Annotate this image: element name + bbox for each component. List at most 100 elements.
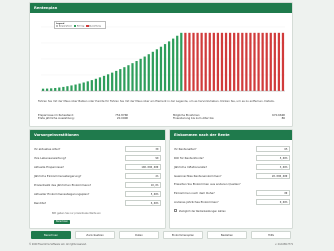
bar-payout[interactable] (224, 32, 228, 91)
bar-payout[interactable] (273, 32, 276, 91)
bar-accumulation[interactable] (111, 72, 114, 91)
field-row: Ihr Rentenalter? (174, 147, 197, 151)
bar-accumulation[interactable] (127, 65, 130, 91)
bar-accumulation[interactable] (143, 56, 146, 91)
chart-panel-title: Rentenplan (30, 3, 292, 13)
income-growth-plan-input[interactable]: 5,00% (125, 191, 161, 197)
calculate-small-button[interactable]: Berechnen (54, 220, 70, 224)
bar-accumulation[interactable] (151, 51, 154, 91)
bar-accumulation[interactable] (78, 83, 81, 91)
bar-accumulation[interactable] (70, 85, 73, 91)
field-row: Anderes jährliches Einkommen? (174, 200, 219, 204)
bar-payout[interactable] (241, 32, 244, 91)
bar-accumulation[interactable] (58, 87, 61, 91)
existing-tab[interactable]: Bestehen (207, 231, 247, 239)
bar-accumulation[interactable] (119, 69, 122, 91)
bar-payout[interactable] (249, 32, 252, 91)
bar-accumulation[interactable] (139, 58, 142, 91)
bar-payout[interactable] (261, 32, 264, 91)
bar-accumulation[interactable] (50, 88, 53, 91)
include-pension-label: Zuzüglich der Rentenleistungen zahlen (179, 209, 226, 213)
stat-label: Finanzierung bis zum Alter bis: (173, 116, 215, 121)
income-percentage-input[interactable]: 10,0% (125, 182, 161, 188)
bar-accumulation[interactable] (159, 46, 163, 91)
bar-payout[interactable] (192, 32, 195, 91)
bar-payout[interactable] (269, 32, 272, 91)
reset-tab[interactable]: Zurücksetzen (75, 231, 115, 239)
bar-payout[interactable] (184, 32, 187, 91)
bar-accumulation[interactable] (54, 87, 57, 91)
post-retirement-income-input[interactable]: 0€ (256, 190, 290, 196)
bar-accumulation[interactable] (155, 49, 159, 91)
bar-payout[interactable] (196, 32, 199, 91)
bar-payout[interactable] (204, 32, 207, 91)
bar-payout[interactable] (233, 32, 236, 91)
stats-left: Ersparnisse im Ruhestand: 752.876€ Erste … (38, 113, 128, 121)
bar-payout[interactable] (208, 32, 211, 91)
bar-accumulation[interactable] (74, 84, 77, 91)
field-row: Ihre Lebenserwartung? (34, 156, 67, 160)
bar-payout[interactable] (237, 32, 240, 91)
bar-accumulation[interactable] (98, 77, 102, 91)
legend-item-beitrag[interactable]: Beitrag (74, 25, 84, 28)
bar-payout[interactable] (212, 32, 215, 91)
include-pension-checkbox[interactable] (174, 209, 177, 212)
calculate-tab[interactable]: Berechnen (31, 231, 71, 239)
bar-accumulation[interactable] (62, 86, 65, 91)
savings-investments-panel: Vorsorgeinvestitionen Ihr aktuelles Alte… (29, 129, 166, 229)
data-tab[interactable]: Daten (119, 231, 159, 239)
bar-accumulation[interactable] (45, 88, 49, 91)
bar-accumulation[interactable] (86, 81, 89, 91)
life-expectancy-input[interactable]: 90 (125, 155, 161, 161)
bar-accumulation[interactable] (131, 63, 134, 91)
bar-accumulation[interactable] (167, 41, 171, 91)
other-annual-income-input[interactable]: 0,00% (256, 199, 290, 205)
bar-accumulation[interactable] (172, 38, 175, 91)
bar-payout[interactable] (245, 32, 248, 91)
field-row: Aktuelle Ersparnisse? (34, 165, 64, 169)
desired-income-input[interactable]: 20.000,00€ (256, 173, 290, 179)
current-age-input[interactable]: 30 (125, 146, 161, 152)
bar-accumulation[interactable] (41, 88, 45, 91)
bar-payout[interactable] (216, 32, 220, 91)
bar-payout[interactable] (265, 32, 268, 91)
return-rate-input[interactable]: 6,00% (125, 200, 161, 206)
inflation-rate-input[interactable]: 3,00% (256, 164, 290, 170)
bar-payout[interactable] (200, 32, 203, 91)
bar-payout[interactable] (277, 32, 281, 91)
bar-accumulation[interactable] (82, 82, 85, 92)
current-savings-input[interactable]: 100.000,00€ (125, 164, 161, 170)
bar-payout[interactable] (253, 32, 256, 91)
retirement-bar-chart[interactable]: Legend Ansparphase Beitrag Auszahlung (37, 17, 289, 95)
legend-item-auszahlung[interactable]: Auszahlung (86, 25, 101, 28)
bar-accumulation[interactable] (163, 44, 167, 91)
fund-roi-input[interactable]: 5,00% (256, 155, 290, 161)
stat-value: 20.000€ (116, 116, 128, 121)
legend-item-ansparphase[interactable]: Ansparphase (56, 25, 72, 28)
bar-accumulation[interactable] (115, 70, 118, 91)
bar-payout[interactable] (188, 32, 191, 91)
action-bar: Berechnen Zurücksetzen Daten Einkommensp… (29, 230, 293, 240)
income-increase-input[interactable]: 2% (125, 173, 161, 179)
bar-accumulation[interactable] (94, 78, 98, 91)
bar-accumulation[interactable] (90, 80, 93, 91)
chart-legend[interactable]: Legend Ansparphase Beitrag Auszahlung (54, 21, 106, 29)
bar-accumulation[interactable] (176, 35, 179, 91)
bar-accumulation[interactable] (147, 54, 150, 91)
bar-accumulation[interactable] (106, 74, 110, 91)
bar-payout[interactable] (220, 32, 224, 91)
help-tab[interactable]: Hilfe (251, 231, 291, 239)
field-row: Einkommen nach dem Ruhe? (174, 191, 215, 195)
bar-payout[interactable] (257, 32, 260, 91)
bar-accumulation[interactable] (123, 67, 126, 91)
chart-hint-text: Fahren Sie mit der Maus über Balken oder… (38, 99, 275, 103)
bar-accumulation[interactable] (66, 86, 69, 91)
bar-accumulation[interactable] (135, 61, 138, 91)
income-plan-tab[interactable]: Einkommensplan (163, 231, 203, 239)
bar-payout[interactable] (228, 32, 232, 91)
retirement-age-input[interactable]: 65 (256, 146, 290, 152)
bar-accumulation[interactable] (180, 32, 183, 91)
bar-accumulation[interactable] (102, 75, 106, 91)
bar-payout[interactable] (281, 32, 285, 91)
field-row: ROI für Rentenfonds? (174, 156, 204, 160)
